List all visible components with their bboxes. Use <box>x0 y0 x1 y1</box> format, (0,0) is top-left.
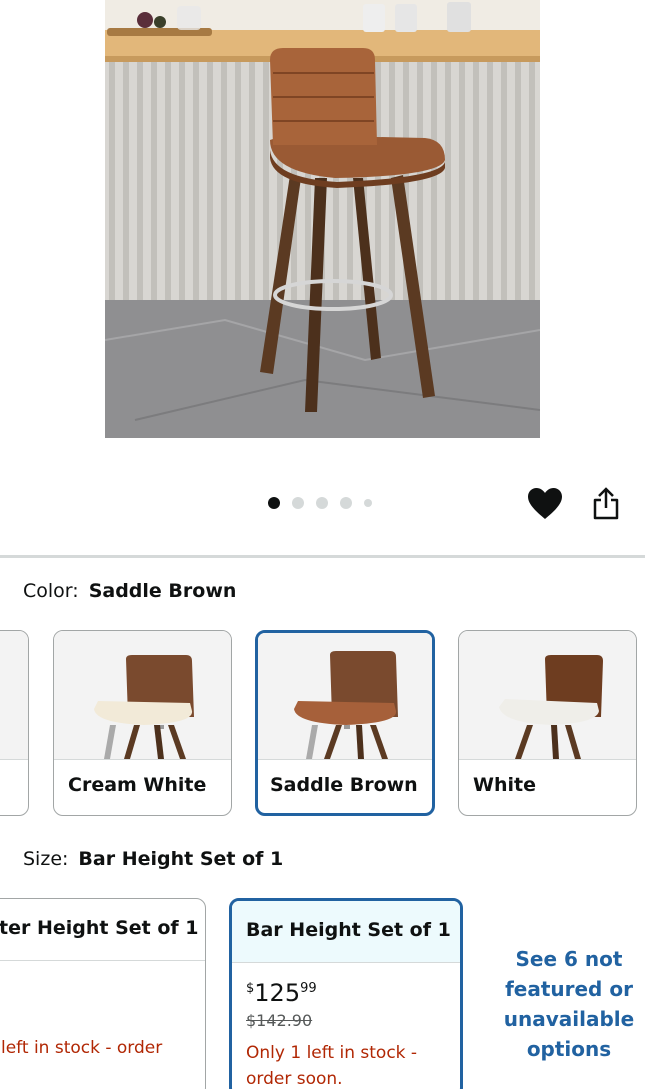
size-option-bar-height[interactable]: Bar Height Set of 1 $12599 $142.90 Only … <box>229 898 463 1089</box>
price-fraction: 99 <box>300 981 317 996</box>
color-swatch-partial[interactable] <box>0 630 29 816</box>
color-swatch-saddle-brown[interactable]: Saddle Brown <box>255 630 435 816</box>
product-image[interactable] <box>105 0 540 438</box>
share-icon <box>593 487 619 520</box>
section-divider <box>0 555 645 558</box>
color-swatch-name: Saddle Brown <box>258 759 432 796</box>
color-swatch-name <box>0 759 28 774</box>
size-option-stock: Only 1 left in stock - order soon. <box>246 1043 418 1089</box>
color-label: Color: <box>23 580 79 602</box>
wishlist-button[interactable] <box>527 487 563 521</box>
size-label-row: Size: Bar Height Set of 1 <box>23 848 283 870</box>
size-selected-value: Bar Height Set of 1 <box>78 848 284 870</box>
share-button[interactable] <box>590 486 622 522</box>
color-swatch-cream-white[interactable]: Cream White <box>53 630 232 816</box>
heart-icon <box>528 488 562 519</box>
color-swatch-white[interactable]: White <box>458 630 637 816</box>
size-option-title: ter Height Set of 1 <box>0 899 205 961</box>
size-option-stock: left in stock - order <box>1 1038 163 1058</box>
color-label-row: Color: Saddle Brown <box>23 580 236 602</box>
color-swatch-name: White <box>459 759 636 796</box>
color-swatch-name: Cream White <box>54 759 231 796</box>
size-option-price: $12599 <box>246 979 446 1007</box>
color-selected-value: Saddle Brown <box>88 580 237 602</box>
carousel-dot-3[interactable] <box>316 497 328 509</box>
see-unavailable-options-link[interactable]: See 6 not featured or unavailable option… <box>494 944 644 1064</box>
color-swatch-thumbnail <box>0 631 28 759</box>
color-swatch-thumbnail <box>459 631 636 759</box>
size-option-price: 90 <box>0 981 191 1009</box>
size-option-counter-height[interactable]: ter Height Set of 1 90 left in stock - o… <box>0 898 206 1089</box>
size-option-list-price: $142.90 <box>246 1011 313 1030</box>
color-swatch-thumbnail <box>54 631 231 759</box>
carousel-dot-2[interactable] <box>292 497 304 509</box>
carousel-dot-1[interactable] <box>268 497 280 509</box>
carousel-dot-5[interactable] <box>364 499 372 507</box>
color-swatch-thumbnail <box>258 633 432 759</box>
price-currency: $ <box>246 981 255 996</box>
size-option-title: Bar Height Set of 1 <box>232 901 460 963</box>
price-whole: 125 <box>254 979 301 1007</box>
size-label: Size: <box>23 848 69 870</box>
image-carousel-dots[interactable] <box>268 497 372 509</box>
carousel-dot-4[interactable] <box>340 497 352 509</box>
